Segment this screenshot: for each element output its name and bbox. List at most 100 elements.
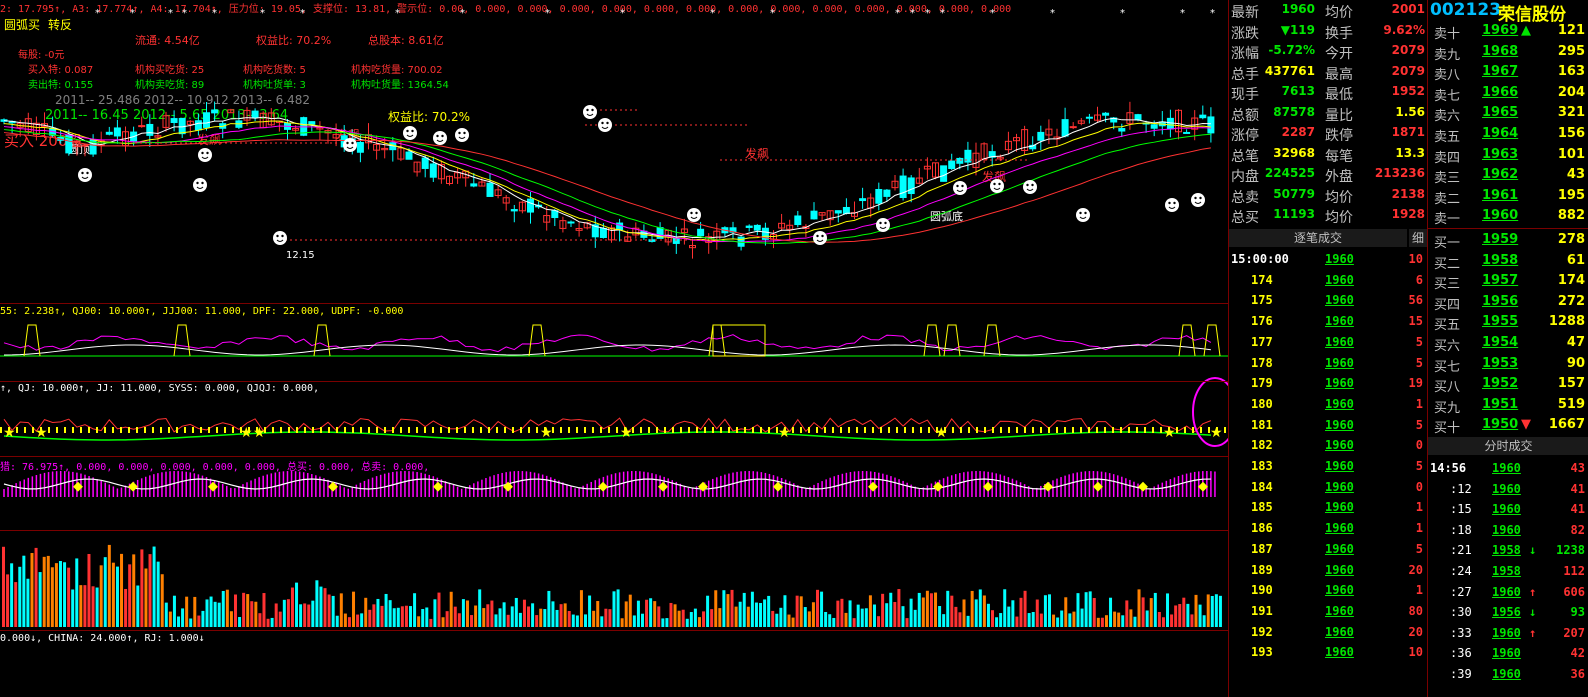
candle-body: [308, 121, 316, 125]
volume-bar: [197, 615, 201, 627]
volume-bar: [754, 602, 758, 627]
volume-bar: [669, 602, 673, 627]
bid-row[interactable]: 买四 1956 272: [1428, 292, 1588, 313]
time-trade-row: :21 1958 ↓ 1238: [1428, 541, 1588, 561]
bid-row[interactable]: 买九 1951 519: [1428, 395, 1588, 416]
volume-bar: [266, 618, 270, 627]
volume-bar: [1084, 592, 1088, 627]
volume-bar: [872, 604, 876, 627]
bid-row[interactable]: 买七 1953 90: [1428, 354, 1588, 375]
volume-bar: [270, 617, 274, 627]
volume-bar: [50, 567, 54, 627]
ask-row[interactable]: 卖九 1968 295: [1428, 42, 1588, 63]
volume-bar: [620, 618, 624, 627]
candle-body: [745, 225, 753, 228]
trade-time: :27: [1450, 584, 1472, 599]
tick-volume: 1: [1415, 583, 1423, 598]
tick-time: 177: [1251, 334, 1273, 349]
bid-row[interactable]: 买十 1950 ▼ 1667: [1428, 415, 1588, 436]
book-volume: 295: [1557, 43, 1585, 59]
tick-price: 1960: [1325, 562, 1354, 577]
quote-value-2: 213236: [1374, 166, 1425, 180]
volume-bar: [364, 597, 368, 627]
quote-label-2: 跌停: [1325, 128, 1353, 144]
tick-row: 191 1960 80: [1229, 602, 1427, 622]
volume-bar: [34, 547, 38, 627]
tick-volume: 10: [1408, 645, 1423, 660]
candle-body: [1118, 128, 1126, 132]
bid-row[interactable]: 买一 1959 278: [1428, 230, 1588, 251]
tick-price: 1960: [1325, 314, 1354, 329]
volume-bar: [1198, 604, 1202, 627]
tick-price: 1960: [1325, 293, 1354, 308]
quote-value-2: 9.62%: [1383, 22, 1425, 37]
volume-bar: [995, 617, 999, 627]
volume-bar: [1190, 614, 1194, 627]
pane-separator-3: [0, 456, 1228, 457]
candle-body: [1134, 114, 1142, 121]
star-marker: *: [1210, 8, 1215, 19]
trade-arrow: ↑: [1529, 625, 1537, 640]
volume-bar: [413, 593, 417, 627]
quote-row: 总卖 50779 均价 2138: [1229, 186, 1427, 206]
volume-bar: [714, 590, 718, 627]
ask-row[interactable]: 卖七 1966 204: [1428, 83, 1588, 104]
volume-bar: [327, 594, 331, 627]
candle-body: [1061, 119, 1069, 137]
smiley-eye: [879, 221, 882, 225]
smiley-icon: [990, 179, 1004, 193]
ask-row[interactable]: 卖二 1961 195: [1428, 186, 1588, 207]
tick-row: 177 1960 5: [1229, 333, 1427, 353]
bid-row[interactable]: 买五 1955 1288: [1428, 312, 1588, 333]
time-trades-header[interactable]: 分时成交: [1428, 437, 1588, 455]
tick-row: 176 1960 15: [1229, 312, 1427, 332]
ask-row[interactable]: 卖一 1960 882: [1428, 206, 1588, 227]
quote-value-2: 2079: [1391, 43, 1425, 57]
volume-bar: [1109, 597, 1113, 627]
candle-body: [203, 112, 210, 128]
book-volume: 61: [1566, 252, 1585, 268]
bid-row[interactable]: 买六 1954 47: [1428, 333, 1588, 354]
ask-row[interactable]: 卖三 1962 43: [1428, 165, 1588, 186]
volume-bar: [929, 593, 933, 627]
candle-body: [1102, 112, 1110, 116]
tick-header[interactable]: 逐笔成交: [1229, 229, 1407, 247]
book-change-arrow: ▼: [1521, 417, 1531, 433]
stock-code[interactable]: 002123: [1430, 0, 1501, 20]
bid-row[interactable]: 买三 1957 174: [1428, 271, 1588, 292]
volume-bar: [559, 604, 563, 627]
quote-value: 87578: [1273, 104, 1315, 119]
tick-row: 15:00:00 1960 10: [1229, 250, 1427, 270]
ask-row[interactable]: 卖八 1967 163: [1428, 62, 1588, 83]
candle-body: [899, 175, 907, 199]
quote-label-2: 换手: [1325, 25, 1353, 42]
volume-bar: [636, 600, 640, 627]
smiley-eye: [436, 134, 439, 138]
quote-label: 总买: [1231, 210, 1259, 226]
tick-time: 175: [1251, 293, 1273, 308]
book-level: 卖十: [1434, 27, 1461, 42]
bid-row[interactable]: 买八 1952 157: [1428, 374, 1588, 395]
tick-time: 15:00:00: [1231, 252, 1289, 266]
quote-value: -5.72%: [1268, 43, 1315, 57]
ask-row[interactable]: 卖五 1964 156: [1428, 124, 1588, 145]
bid-row[interactable]: 买二 1958 61: [1428, 251, 1588, 272]
volume-bar: [608, 609, 612, 627]
candle-body: [1037, 131, 1045, 141]
tick-time: 193: [1251, 645, 1273, 660]
book-level: 买三: [1434, 277, 1461, 293]
tick-volume: 56: [1408, 293, 1423, 308]
volume-bar: [404, 605, 408, 627]
quote-row: 涨跌 ▼119 换手 9.62%: [1229, 22, 1427, 42]
quote-label: 最新: [1231, 5, 1259, 21]
trade-volume: 42: [1570, 646, 1585, 661]
ask-row[interactable]: 卖六 1965 321: [1428, 103, 1588, 124]
volume-bar: [262, 593, 266, 627]
kline-chart-area[interactable]: 2: 17.795↑, A3: 17.774↑, A4: 17.704↑, 压力…: [0, 0, 1228, 697]
ask-row[interactable]: 卖十 1969 ▲ 121: [1428, 21, 1588, 42]
ask-row[interactable]: 卖四 1963 101: [1428, 145, 1588, 166]
smiley-eye: [276, 234, 279, 238]
volume-bar: [457, 613, 461, 627]
tick-detail-tab[interactable]: 细: [1409, 229, 1427, 247]
candle-body: [421, 157, 429, 169]
